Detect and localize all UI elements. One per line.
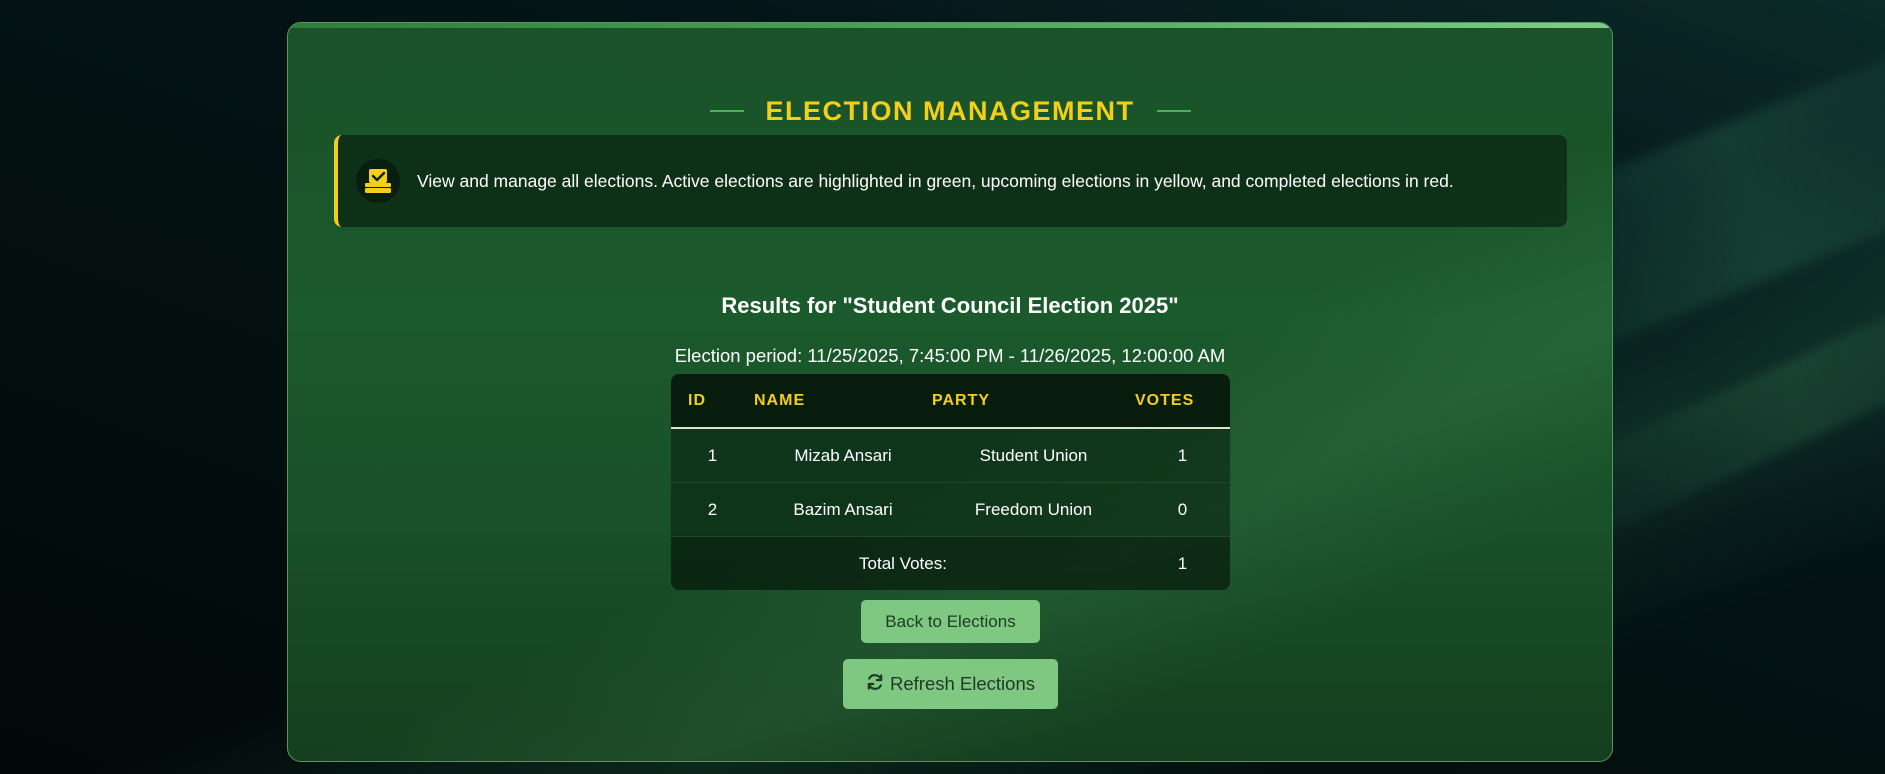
- column-header-id: ID: [671, 374, 754, 429]
- election-period: Election period: 11/25/2025, 7:45:00 PM …: [674, 345, 1226, 366]
- column-header-party: PARTY: [932, 374, 1135, 429]
- cell-id: 1: [671, 428, 754, 483]
- total-votes-value: 1: [1135, 536, 1230, 590]
- cell-votes: 1: [1135, 428, 1230, 483]
- results-heading: Results for "Student Council Election 20…: [721, 293, 1179, 318]
- info-banner: View and manage all elections. Active el…: [334, 135, 1567, 227]
- cell-name: Bazim Ansari: [754, 482, 932, 537]
- cell-id: 2: [671, 482, 754, 537]
- title-row: ELECTION MANAGEMENT: [288, 91, 1612, 131]
- card-accent-bar: [288, 23, 1612, 28]
- back-button-label: Back to Elections: [885, 611, 1016, 631]
- total-row: Total Votes: 1: [671, 536, 1230, 590]
- info-text: View and manage all elections. Active el…: [417, 170, 1454, 191]
- title-decoration-right: [1156, 110, 1191, 112]
- cell-party: Student Union: [932, 428, 1135, 483]
- table-header-row: ID NAME PARTY VOTES: [671, 374, 1230, 429]
- refresh-button-label: Refresh Elections: [890, 673, 1035, 694]
- table-row: 1 Mizab Ansari Student Union 1: [671, 428, 1230, 483]
- back-to-elections-button[interactable]: Back to Elections: [861, 600, 1040, 643]
- ballot-box-icon: [356, 159, 400, 203]
- cell-party: Freedom Union: [932, 482, 1135, 537]
- refresh-icon: [866, 673, 884, 696]
- column-header-name: NAME: [754, 374, 932, 429]
- column-header-votes: VOTES: [1135, 374, 1230, 429]
- total-votes-label: Total Votes:: [671, 536, 1135, 590]
- cell-name: Mizab Ansari: [754, 428, 932, 483]
- cell-votes: 0: [1135, 482, 1230, 537]
- page-title: ELECTION MANAGEMENT: [765, 95, 1135, 126]
- results-table: ID NAME PARTY VOTES 1 Mizab Ansari Stude…: [671, 374, 1230, 590]
- table-row: 2 Bazim Ansari Freedom Union 0: [671, 482, 1230, 537]
- refresh-elections-button[interactable]: Refresh Elections: [843, 659, 1058, 709]
- election-management-card: ELECTION MANAGEMENT View and manage all …: [287, 22, 1613, 762]
- title-decoration-left: [709, 110, 744, 112]
